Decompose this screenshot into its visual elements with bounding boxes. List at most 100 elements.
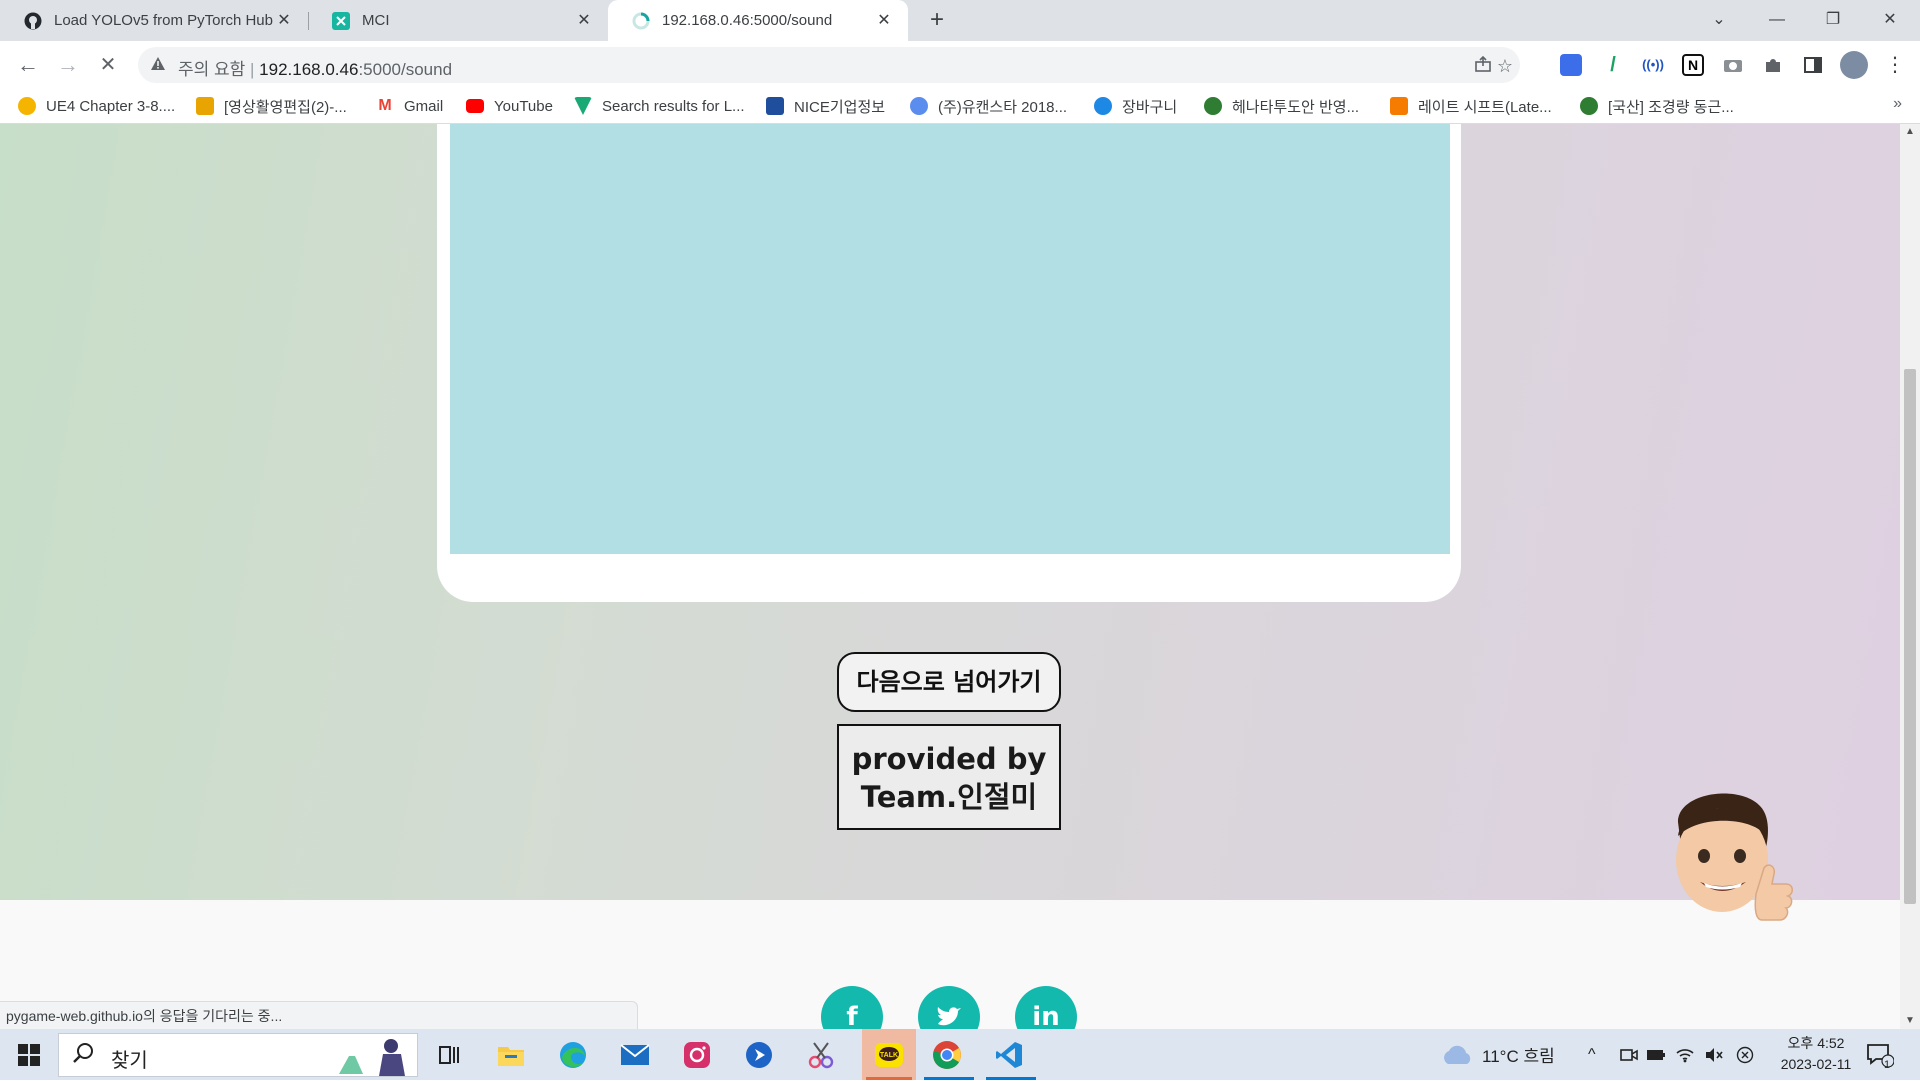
extensions-puzzle-icon[interactable] <box>1762 54 1784 76</box>
close-tab-icon[interactable]: ✕ <box>874 11 894 31</box>
bookmark-item[interactable]: YouTube <box>466 96 553 116</box>
taskbar-search-box[interactable]: 찾기 <box>58 1033 418 1077</box>
bookmark-item[interactable]: UE4 Chapter 3-8.... <box>18 96 175 116</box>
system-clock[interactable]: 오후 4:52 2023-02-11 <box>1760 1033 1872 1075</box>
extension-pen-icon[interactable]: / <box>1602 54 1624 76</box>
next-button[interactable]: 다음으로 넘어가기 <box>837 652 1061 712</box>
profile-avatar[interactable] <box>1840 51 1868 79</box>
file-explorer-icon[interactable] <box>494 1038 528 1072</box>
mail-icon[interactable] <box>618 1038 652 1072</box>
ime-icon[interactable] <box>1736 1029 1754 1080</box>
scroll-up-arrow[interactable]: ▲ <box>1900 124 1920 140</box>
volume-muted-icon[interactable] <box>1704 1029 1724 1080</box>
page-scrollbar[interactable]: ▲ ▼ <box>1900 124 1920 1029</box>
twitter-icon[interactable] <box>918 986 980 1029</box>
url-text[interactable]: 주의 요함 | 192.168.0.46:5000/sound <box>178 55 452 80</box>
battery-icon[interactable] <box>1646 1029 1666 1080</box>
linkedin-icon[interactable]: in <box>1015 986 1077 1029</box>
kakaotalk-icon[interactable]: TALK <box>862 1029 916 1080</box>
facebook-icon[interactable]: f <box>821 986 883 1029</box>
bookmark-item[interactable]: NICE기업정보 <box>766 96 885 116</box>
tray-overflow-icon[interactable]: ^ <box>1588 1029 1596 1080</box>
task-view-icon[interactable] <box>432 1038 466 1072</box>
bookmark-label: Search results for L... <box>602 97 745 115</box>
forward-button[interactable]: → <box>52 49 84 81</box>
extension-translate-icon[interactable] <box>1560 54 1582 76</box>
bookmark-item[interactable]: 장바구니 <box>1094 96 1177 116</box>
bookmark-label: 헤나타투도안 반영... <box>1232 98 1360 116</box>
scroll-down-arrow[interactable]: ▼ <box>1900 1013 1920 1029</box>
memoji-thumbs-up-avatar <box>1660 784 1800 934</box>
notification-count: 1 <box>1884 1059 1891 1071</box>
windows-start-icon[interactable] <box>12 1038 46 1072</box>
notification-center-icon[interactable]: 1 <box>1866 1029 1894 1080</box>
bookmark-item[interactable]: 헤나타투도안 반영... <box>1204 96 1359 116</box>
tab-mci[interactable]: MCI ✕ <box>308 0 608 41</box>
bookmark-label: UE4 Chapter 3-8.... <box>46 97 176 115</box>
camera-icon[interactable] <box>1722 54 1744 76</box>
close-tab-icon[interactable]: ✕ <box>274 11 294 31</box>
search-highlight-illustration-icon <box>329 1036 415 1076</box>
status-bubble: pygame-web.github.io의 응답을 기다리는 중... <box>0 1001 638 1029</box>
bookmark-item[interactable]: Search results for L... <box>574 96 745 116</box>
game-canvas[interactable] <box>450 124 1450 554</box>
bookmark-icon <box>910 97 928 115</box>
hero-section: 다음으로 넘어가기 provided by Team.인절미 <box>0 124 1900 900</box>
wifi-icon[interactable] <box>1676 1029 1694 1080</box>
ie-icon <box>1094 97 1112 115</box>
bookmark-item[interactable]: [국산] 조경량 동근... <box>1580 96 1734 116</box>
restore-button[interactable]: ❐ <box>1813 6 1853 34</box>
warning-icon[interactable] <box>150 56 166 74</box>
bookmarks-bar: UE4 Chapter 3-8.... [영상활영편집(2)-... M Gmai… <box>0 89 1920 124</box>
share-icon[interactable] <box>1472 55 1494 77</box>
weather-text: 11°C 흐림 <box>1482 1047 1555 1066</box>
security-warning-label: 주의 요함 <box>178 60 246 79</box>
bookmark-star-icon[interactable]: ☆ <box>1494 55 1516 77</box>
minimize-button[interactable]: — <box>1757 6 1797 34</box>
close-window-button[interactable]: ✕ <box>1870 6 1910 34</box>
bookmark-item[interactable]: M Gmail <box>376 96 443 116</box>
bookmarks-overflow-button[interactable]: » <box>1893 95 1902 113</box>
address-bar[interactable]: 주의 요함 | 192.168.0.46:5000/sound ☆ <box>138 47 1520 83</box>
bookmark-label: 장바구니 <box>1122 98 1178 116</box>
pin-app-icon[interactable] <box>742 1038 776 1072</box>
new-tab-button[interactable]: + <box>924 8 950 34</box>
scroll-thumb[interactable] <box>1904 369 1916 904</box>
bookmark-icon <box>18 97 36 115</box>
close-tab-icon[interactable]: ✕ <box>574 11 594 31</box>
extension-wave-icon[interactable]: ((•)) <box>1642 54 1664 76</box>
content-card <box>437 124 1461 602</box>
bookmark-item[interactable]: (주)유캔스타 2018... <box>910 96 1067 116</box>
tab-search-button[interactable]: ⌄ <box>1699 6 1739 34</box>
bookmark-label: Gmail <box>404 97 444 115</box>
chrome-icon[interactable] <box>930 1038 964 1072</box>
vscode-icon[interactable] <box>992 1038 1026 1072</box>
url-host: 192.168.0.46 <box>259 60 359 79</box>
bookmark-item[interactable]: 레이트 시프트(Late... <box>1390 96 1552 116</box>
menu-kebab-icon[interactable]: ⋮ <box>1884 54 1906 76</box>
snipping-tool-icon[interactable] <box>804 1038 838 1072</box>
bookmark-label: [영상활영편집(2)-... <box>224 98 347 116</box>
tab-sound[interactable]: 192.168.0.46:5000/sound ✕ <box>608 0 908 41</box>
bookmark-icon <box>574 97 592 115</box>
stop-loading-button[interactable]: ✕ <box>92 49 124 81</box>
notion-icon[interactable]: N <box>1682 54 1704 76</box>
search-icon <box>73 1042 95 1070</box>
tab-yolov5[interactable]: Load YOLOv5 from PyTorch Hub ✕ <box>0 0 308 41</box>
side-panel-icon[interactable] <box>1802 54 1824 76</box>
bookmark-label: 레이트 시프트(Late... <box>1418 98 1552 116</box>
bookmark-icon <box>1580 97 1598 115</box>
edge-browser-icon[interactable] <box>556 1038 590 1072</box>
instagram-icon[interactable] <box>680 1038 714 1072</box>
bookmark-icon <box>1204 97 1222 115</box>
bookmark-item[interactable]: [영상활영편집(2)-... <box>196 96 347 116</box>
bookmark-icon <box>196 97 214 115</box>
back-button[interactable]: ← <box>12 49 44 81</box>
bookmark-icon <box>766 97 784 115</box>
credit-team: Team.인절미 <box>860 780 1038 814</box>
search-label: 찾기 <box>111 1050 148 1072</box>
tab-title: 192.168.0.46:5000/sound <box>662 12 833 29</box>
weather-widget[interactable]: 11°C 흐림 <box>1440 1029 1555 1080</box>
meet-now-icon[interactable] <box>1620 1029 1638 1080</box>
url-path: :5000/sound <box>358 60 453 79</box>
